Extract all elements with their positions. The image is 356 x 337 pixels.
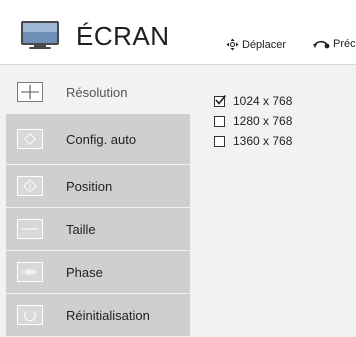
sidebar-item-label: Réinitialisation [66, 307, 150, 323]
sidebar-item-config-auto[interactable]: Config. auto [6, 114, 190, 165]
checked-checkbox-icon[interactable] [214, 94, 227, 107]
sidebar-item-resolution[interactable]: Résolution [6, 71, 190, 114]
sidebar-item-label: Phase [66, 264, 103, 280]
sidebar-item-label: Résolution [66, 84, 128, 100]
arrows-icon [226, 38, 239, 51]
page-title: ÉCRAN [76, 21, 170, 51]
sidebar-item-position[interactable]: Position [6, 165, 190, 208]
reset-icon [17, 305, 43, 325]
settings-panel: Résolution Config. auto Position Taille [0, 64, 356, 337]
phase-icon [17, 262, 43, 282]
resolution-option-label: 1360 x 768 [233, 134, 293, 148]
resolution-option-label: 1024 x 768 [233, 94, 293, 108]
move-hint: Déplacer [226, 38, 286, 51]
resolution-option[interactable]: 1024 x 768 [214, 91, 292, 111]
move-hint-label: Déplacer [242, 38, 287, 51]
resolution-option[interactable]: 1280 x 768 [214, 111, 292, 131]
screen-header: ÉCRAN Déplacer Préc. [0, 0, 356, 64]
resolution-option-label: 1280 x 768 [233, 114, 293, 128]
crosshair-icon [17, 82, 43, 102]
monitor-icon [20, 20, 60, 50]
sidebar-item-reinitialisation[interactable]: Réinitialisation [6, 294, 190, 337]
auto-config-icon [17, 129, 43, 149]
sidebar-item-label: Position [66, 178, 113, 194]
back-hint[interactable]: Préc. [312, 38, 356, 50]
sidebar-item-label: Taille [66, 221, 96, 237]
size-icon [17, 219, 43, 239]
checkbox-icon[interactable] [214, 115, 225, 127]
sidebar-item-taille[interactable]: Taille [6, 208, 190, 251]
sidebar: Résolution Config. auto Position Taille [6, 71, 190, 337]
sidebar-item-label: Config. auto [66, 131, 137, 147]
resolution-option[interactable]: 1360 x 768 [214, 131, 292, 151]
back-arrow-icon [312, 38, 330, 50]
sidebar-item-phase[interactable]: Phase [6, 251, 190, 294]
checkbox-icon[interactable] [214, 135, 225, 147]
back-hint-label: Préc. [333, 38, 356, 50]
position-icon [17, 176, 43, 196]
resolution-options: 1024 x 768 1280 x 768 1360 x 768 [214, 91, 292, 151]
